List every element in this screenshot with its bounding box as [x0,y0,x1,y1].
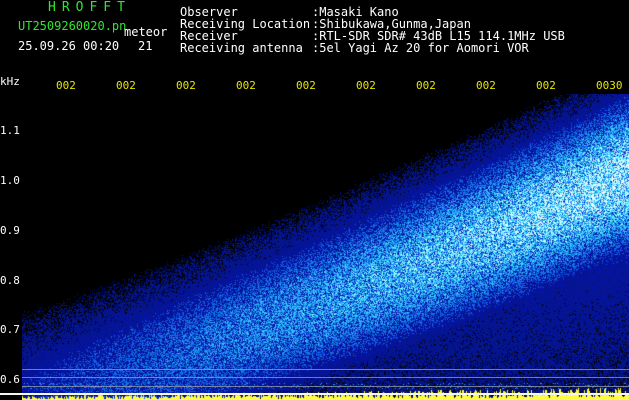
filename-label: UT2509260020.pn [18,19,127,33]
reference-line [22,377,629,378]
y-tick: 0.9 [0,224,20,237]
antenna-key: Receiving antenna [180,41,303,55]
meteor-count: 21 [138,39,153,53]
baseline-line [0,393,629,395]
x-tick: 002 [296,79,316,92]
x-tick: 0030 [596,79,623,92]
antenna-value: :5el Yagi Az 20 for Aomori VOR [312,41,529,55]
y-axis-unit: kHz [0,75,20,88]
x-tick: 002 [536,79,556,92]
x-tick: 002 [176,79,196,92]
meteor-label: meteor [124,25,168,39]
x-tick: 002 [56,79,76,92]
y-tick: 1.1 [0,124,20,137]
reference-line [22,369,629,370]
spectrogram-screen: HROFFT UT2509260020.pn meteor 25.09.26 0… [0,0,629,400]
app-title: HROFFT [48,0,131,15]
y-tick: 0.8 [0,274,20,287]
x-tick: 002 [416,79,436,92]
x-tick: 002 [476,79,496,92]
spectrogram-canvas [22,94,629,400]
x-tick: 002 [356,79,376,92]
x-tick: 002 [116,79,136,92]
y-tick: 1.0 [0,174,20,187]
spectrogram-plot [22,94,629,400]
y-tick: 0.6 [0,373,20,386]
y-tick: 0.7 [0,323,20,336]
timestamp-label: 25.09.26 00:20 [18,39,120,53]
reference-line [22,386,629,387]
x-tick: 002 [236,79,256,92]
